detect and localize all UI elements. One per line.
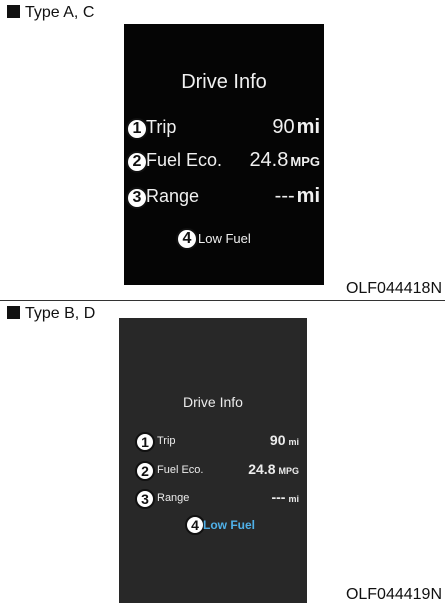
low-fuel-row: 4 Low Fuel	[185, 514, 275, 536]
range-label: Range	[157, 492, 190, 504]
fuel-economy-unit: MPG	[290, 154, 320, 169]
fuel-economy-label: Fuel Eco.	[157, 464, 204, 476]
trip-unit: mi	[288, 437, 299, 447]
square-bullet-icon	[7, 5, 20, 18]
low-fuel-row: 4 Low Fuel	[176, 226, 296, 252]
callout-2-icon: 2	[126, 151, 148, 173]
fuel-economy-value-group: 24.8 MPG	[249, 149, 320, 172]
trip-unit: mi	[296, 116, 320, 138]
drive-info-screen-b: Drive Info 1 Trip 90 mi 2 Fuel Eco. 24.8 M…	[119, 318, 307, 603]
figure-code-a: OLF044418N	[345, 280, 442, 297]
fuel-economy-label: Fuel Eco.	[146, 150, 223, 170]
callout-1-icon: 1	[126, 118, 148, 140]
type-b-d-heading: Type B, D	[7, 305, 95, 323]
trip-row: 1 Trip 90 mi	[126, 116, 320, 142]
fuel-economy-value: 24.8	[249, 149, 289, 171]
figure-code-b: OLF044419N	[345, 586, 442, 603]
range-value: ---	[271, 489, 286, 505]
trip-value: 90	[272, 116, 295, 138]
type-a-c-panel: Type A, C Drive Info 1 Trip 90 mi 2 Fuel …	[0, 0, 445, 301]
range-row: 3 Range --- mi	[135, 488, 299, 510]
type-b-d-panel: Type B, D Drive Info 1 Trip 90 mi 2 Fuel …	[0, 301, 445, 606]
range-value-group: --- mi	[275, 185, 320, 208]
range-unit: mi	[288, 494, 299, 504]
callout-4-icon: 4	[176, 228, 198, 250]
fuel-economy-unit: MPG	[278, 466, 299, 476]
low-fuel-warning: Low Fuel	[198, 231, 251, 246]
trip-label: Trip	[146, 117, 177, 137]
trip-label: Trip	[157, 435, 176, 447]
callout-4-icon: 4	[185, 515, 205, 535]
trip-value-group: 90 mi	[270, 432, 299, 448]
callout-3-icon: 3	[126, 187, 148, 209]
callout-2-icon: 2	[135, 461, 155, 481]
range-row: 3 Range --- mi	[126, 185, 320, 211]
range-value: ---	[274, 185, 295, 207]
range-unit: mi	[296, 185, 320, 207]
fuel-economy-row: 2 Fuel Eco. 24.8 MPG	[135, 460, 299, 482]
callout-1-icon: 1	[135, 432, 155, 452]
fuel-economy-value: 24.8	[248, 461, 276, 477]
range-label: Range	[146, 186, 200, 206]
drive-info-title: Drive Info	[183, 394, 243, 410]
fuel-economy-value-group: 24.8 MPG	[248, 461, 299, 477]
trip-value-group: 90 mi	[272, 116, 320, 139]
type-a-c-title: Type A, C	[25, 4, 95, 21]
range-value-group: --- mi	[271, 489, 299, 505]
trip-value: 90	[269, 432, 286, 448]
callout-3-icon: 3	[135, 489, 155, 509]
square-bullet-icon	[7, 306, 20, 319]
low-fuel-warning: Low Fuel	[203, 518, 255, 532]
trip-row: 1 Trip 90 mi	[135, 431, 299, 453]
drive-info-title: Drive Info	[181, 71, 267, 93]
fuel-economy-row: 2 Fuel Eco. 24.8 MPG	[126, 149, 320, 175]
type-a-c-heading: Type A, C	[7, 4, 94, 22]
type-b-d-title: Type B, D	[25, 305, 96, 322]
drive-info-screen-a: Drive Info 1 Trip 90 mi 2 Fuel Eco. 24.8 M…	[124, 24, 324, 285]
